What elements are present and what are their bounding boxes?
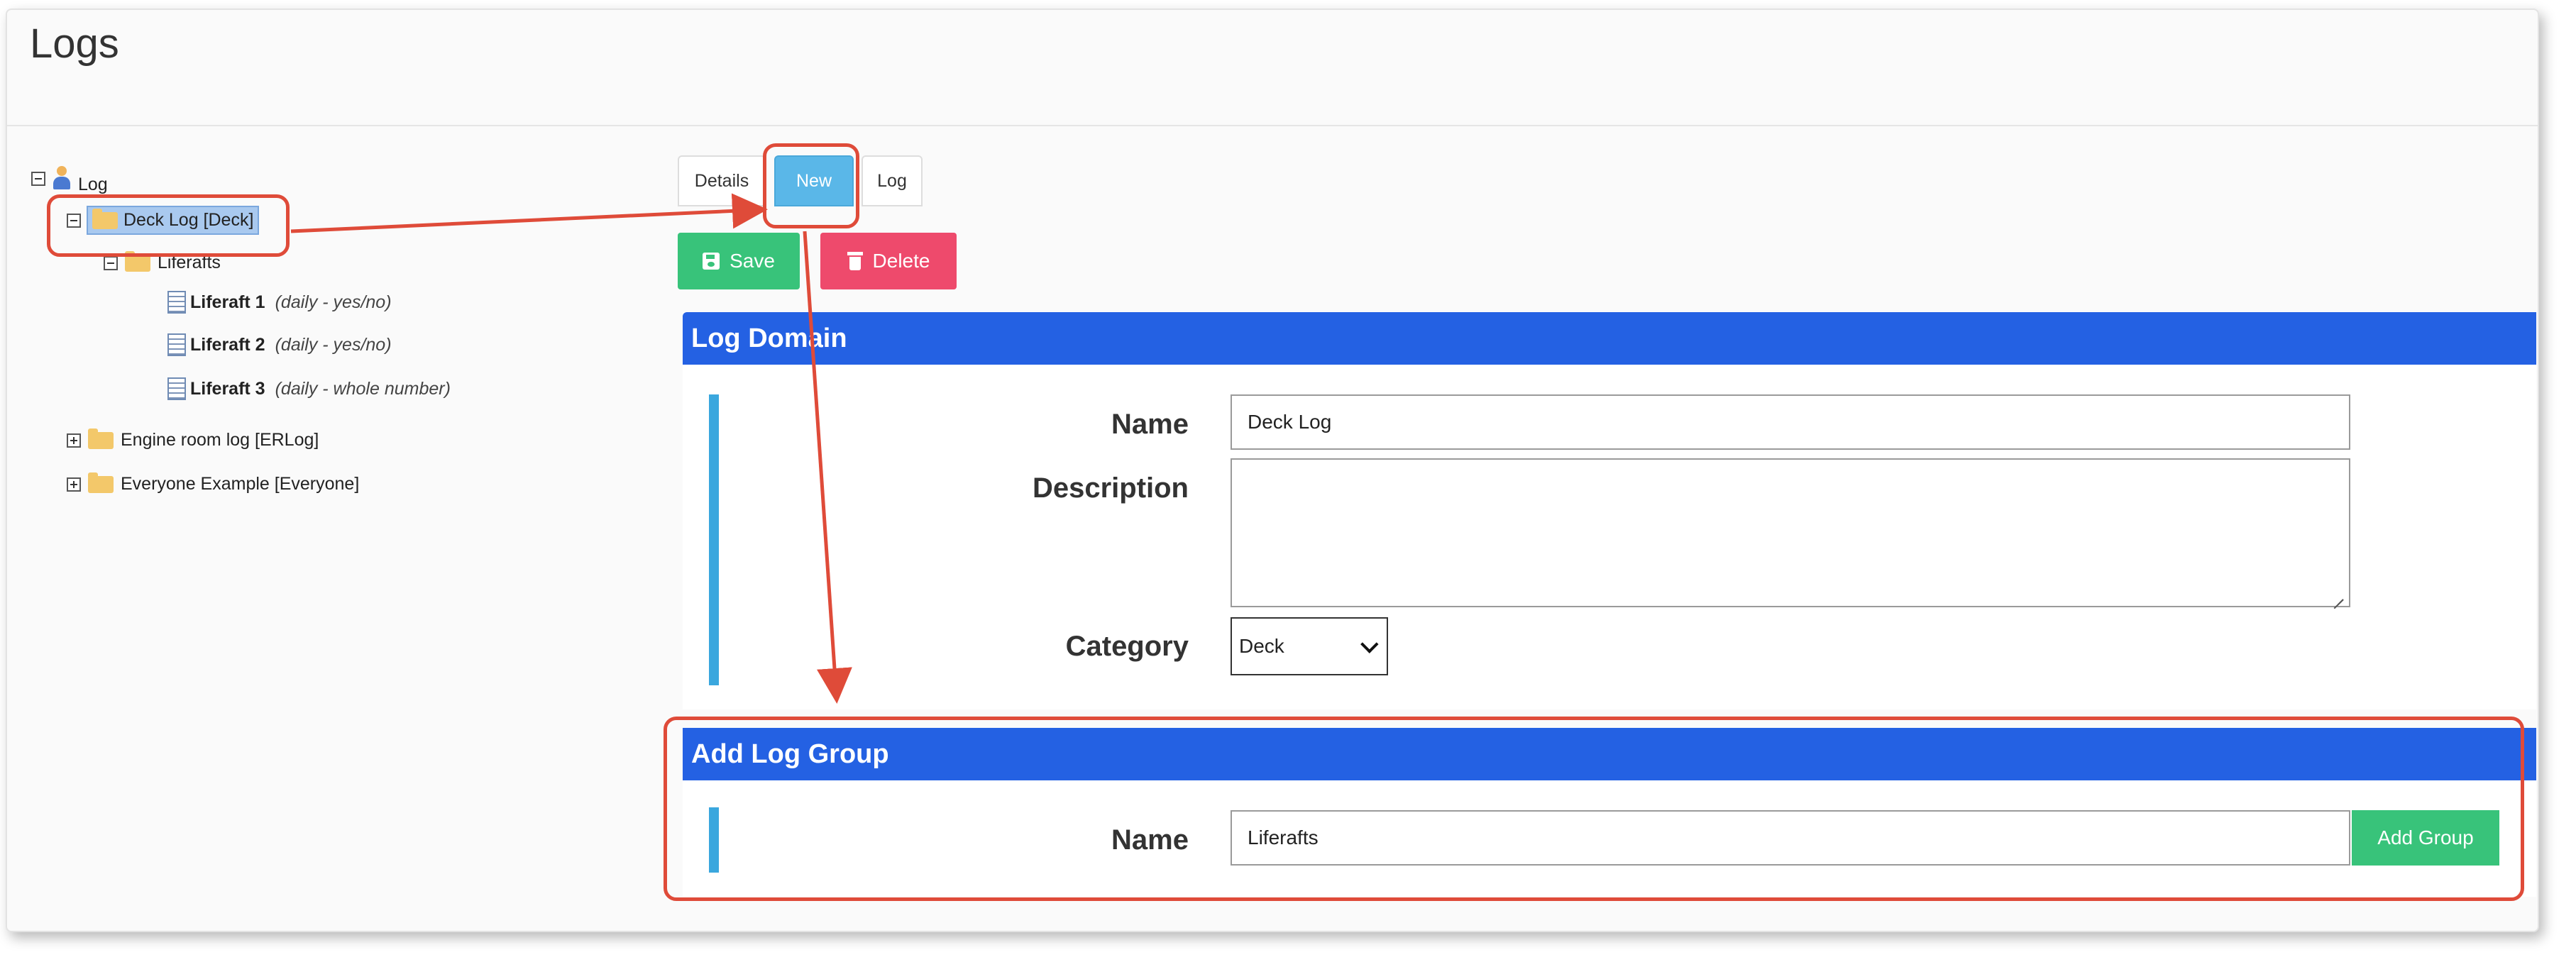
annotation-arrows: [290, 193, 852, 704]
annotation-arrow-to-add-group: [803, 231, 852, 704]
annotation-arrow-to-new-tab: [290, 193, 768, 233]
